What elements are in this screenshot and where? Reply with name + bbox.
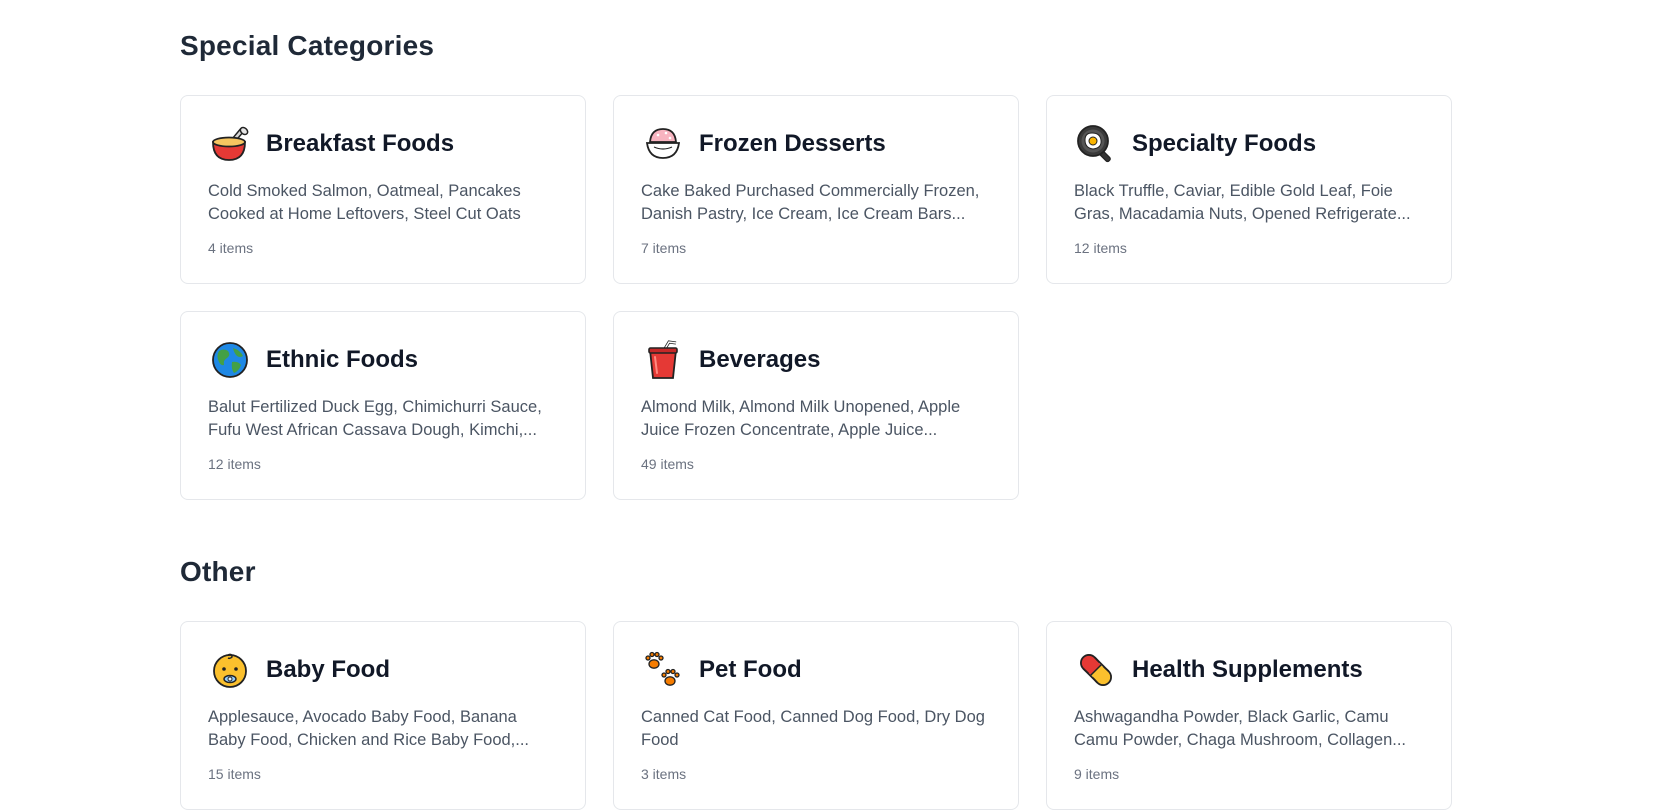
- card-title: Health Supplements: [1132, 656, 1363, 683]
- card-title: Beverages: [699, 346, 821, 373]
- category-card-frozen-desserts[interactable]: Frozen Desserts Cake Baked Purchased Com…: [613, 95, 1019, 284]
- card-description: Ashwagandha Powder, Black Garlic, Camu C…: [1074, 708, 1406, 749]
- item-count: 12 items: [1074, 240, 1127, 256]
- category-card-beverages[interactable]: Beverages Almond Milk, Almond Milk Unope…: [613, 311, 1019, 500]
- item-count: 49 items: [641, 456, 694, 472]
- frying-pan-egg-icon: [1074, 122, 1118, 166]
- other-categories-grid: Baby Food Applesauce, Avocado Baby Food,…: [180, 621, 1452, 810]
- section-title-other: Other: [180, 556, 256, 587]
- item-count: 12 items: [208, 456, 261, 472]
- card-title: Specialty Foods: [1132, 130, 1317, 157]
- card-title: Pet Food: [699, 656, 802, 683]
- card-description: Balut Fertilized Duck Egg, Chimichurri S…: [208, 398, 542, 439]
- card-title: Ethnic Foods: [266, 346, 418, 373]
- baby-icon: [208, 648, 252, 692]
- item-count: 3 items: [641, 766, 687, 782]
- card-description: Applesauce, Avocado Baby Food, Banana Ba…: [208, 708, 530, 749]
- shaved-ice-icon: [641, 122, 685, 166]
- category-card-specialty-foods[interactable]: Specialty Foods Black Truffle, Caviar, E…: [1046, 95, 1452, 284]
- category-card-health-supplements[interactable]: Health Supplements Ashwagandha Powder, B…: [1046, 621, 1452, 810]
- card-description: Black Truffle, Caviar, Edible Gold Leaf,…: [1074, 182, 1411, 223]
- bowl-with-spoon-icon: [208, 122, 252, 166]
- item-count: 7 items: [641, 240, 687, 256]
- item-count: 4 items: [208, 240, 254, 256]
- item-count: 15 items: [208, 766, 261, 782]
- card-description: Canned Cat Food, Canned Dog Food, Dry Do…: [641, 708, 985, 749]
- card-description: Cold Smoked Salmon, Oatmeal, Pancakes Co…: [208, 182, 521, 223]
- paw-prints-icon: [641, 648, 685, 692]
- card-title: Breakfast Foods: [266, 130, 455, 157]
- category-card-breakfast-foods[interactable]: Breakfast Foods Cold Smoked Salmon, Oatm…: [180, 95, 586, 284]
- cup-with-straw-icon: [641, 338, 685, 382]
- card-description: Almond Milk, Almond Milk Unopened, Apple…: [641, 398, 961, 439]
- pill-icon: [1074, 648, 1118, 692]
- card-title: Frozen Desserts: [699, 130, 886, 157]
- category-card-ethnic-foods[interactable]: Ethnic Foods Balut Fertilized Duck Egg, …: [180, 311, 586, 500]
- section-title-special-categories: Special Categories: [180, 30, 435, 61]
- special-categories-grid: Breakfast Foods Cold Smoked Salmon, Oatm…: [180, 95, 1452, 500]
- category-card-baby-food[interactable]: Baby Food Applesauce, Avocado Baby Food,…: [180, 621, 586, 810]
- item-count: 9 items: [1074, 766, 1120, 782]
- card-description: Cake Baked Purchased Commercially Frozen…: [641, 182, 980, 223]
- category-card-pet-food[interactable]: Pet Food Canned Cat Food, Canned Dog Foo…: [613, 621, 1019, 810]
- globe-icon: [208, 338, 252, 382]
- card-title: Baby Food: [266, 656, 390, 683]
